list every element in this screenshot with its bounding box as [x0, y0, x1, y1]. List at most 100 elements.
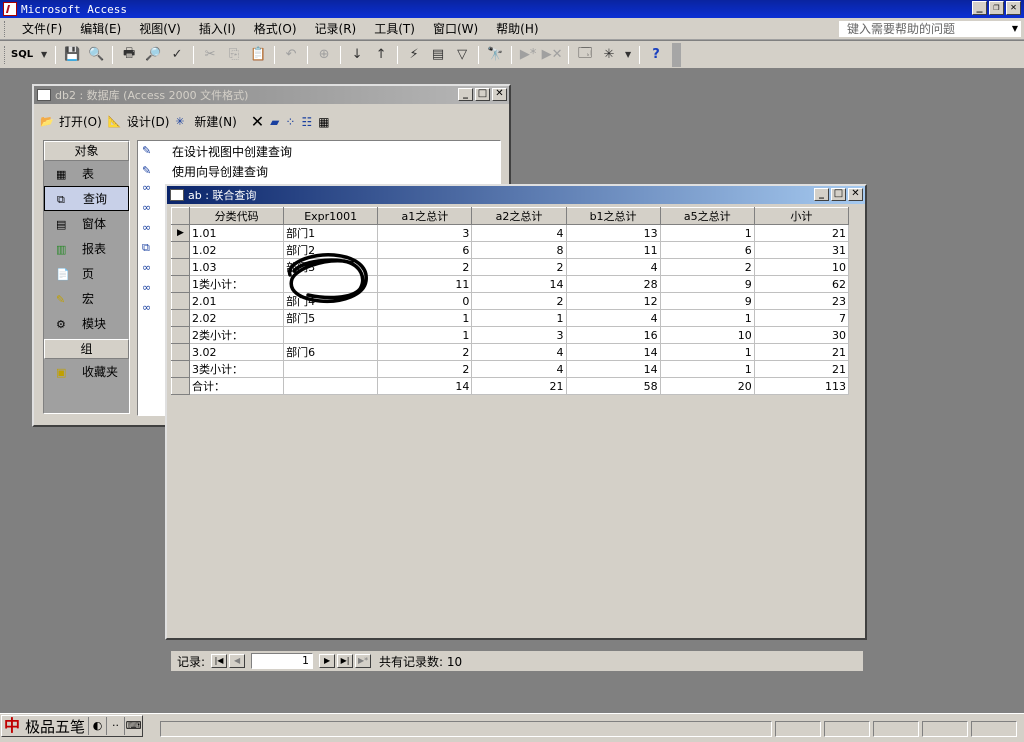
delete-record-icon[interactable]: ▶✕ — [542, 45, 563, 65]
fullwidth-toggle-icon[interactable]: ◐ — [88, 717, 106, 735]
table-cell[interactable]: 14 — [377, 377, 473, 395]
toolbar-options-icon[interactable] — [672, 42, 682, 67]
list-view-icon[interactable]: ☷ — [301, 115, 312, 129]
table-cell[interactable]: 9 — [659, 275, 755, 293]
table-cell[interactable] — [283, 275, 379, 293]
object-pages[interactable]: 📄 页 — [44, 261, 129, 286]
hyperlink-icon[interactable]: ⊕ — [314, 45, 334, 65]
table-cell[interactable]: 21 — [753, 343, 850, 361]
table-cell[interactable]: 1.03 — [189, 258, 285, 276]
sort-ascending-icon[interactable]: ↓ — [347, 45, 367, 65]
query-maximize-button[interactable]: □ — [831, 188, 846, 201]
menu-records[interactable]: 记录(R) — [306, 18, 366, 39]
table-cell[interactable]: 1 — [659, 360, 755, 378]
table-cell[interactable]: 1 — [659, 343, 755, 361]
table-cell[interactable]: 1.01 — [189, 224, 285, 242]
table-cell[interactable]: 21 — [753, 224, 850, 242]
record-selector[interactable] — [170, 275, 191, 293]
table-cell[interactable]: 2 — [377, 258, 473, 276]
record-selector[interactable] — [170, 343, 191, 361]
table-cell[interactable]: 2 — [659, 258, 755, 276]
view-sql-button[interactable]: SQL — [11, 49, 33, 60]
record-selector[interactable] — [170, 326, 191, 344]
table-cell[interactable]: 2类小计： — [189, 326, 285, 344]
record-selector[interactable] — [170, 309, 191, 327]
current-record-indicator-icon[interactable]: ▶ — [170, 224, 191, 242]
apply-filter-icon[interactable]: ▽ — [452, 45, 472, 65]
table-cell[interactable]: 3 — [471, 326, 567, 344]
menu-insert[interactable]: 插入(I) — [190, 18, 245, 39]
table-cell[interactable]: 2 — [471, 258, 567, 276]
menu-help[interactable]: 帮助(H) — [487, 18, 547, 39]
table-cell[interactable]: 0 — [377, 292, 473, 310]
filter-by-selection-icon[interactable]: ⚡ — [404, 45, 424, 65]
design-button[interactable]: 📐 设计(D) — [108, 113, 170, 130]
object-modules[interactable]: ⚙ 模块 — [44, 311, 129, 336]
list-item-create-design[interactable]: ✎ 在设计视图中创建查询 — [138, 141, 500, 161]
table-cell[interactable]: 1 — [659, 309, 755, 327]
small-icons-view-icon[interactable]: ⁘ — [285, 115, 295, 129]
menu-window[interactable]: 窗口(W) — [424, 18, 487, 39]
details-view-icon[interactable]: ▦ — [318, 115, 329, 129]
app-restore-button[interactable]: ❐ — [989, 1, 1004, 15]
table-cell[interactable]: 14 — [565, 343, 661, 361]
new-button[interactable]: ✳ 新建(N) — [175, 113, 236, 130]
object-macros[interactable]: ✎ 宏 — [44, 286, 129, 311]
table-cell[interactable]: 14 — [471, 275, 567, 293]
table-cell[interactable]: 11 — [377, 275, 473, 293]
table-cell[interactable]: 部门1 — [283, 224, 379, 242]
search-file-icon[interactable]: 🔍 — [86, 45, 106, 65]
table-cell[interactable]: 7 — [753, 309, 850, 327]
view-dropdown-icon[interactable]: ▼ — [39, 45, 49, 65]
db-minimize-button[interactable]: _ — [458, 88, 473, 101]
new-object-dropdown-icon[interactable]: ▼ — [623, 45, 633, 65]
app-close-button[interactable]: ✕ — [1006, 1, 1021, 15]
table-cell[interactable]: 31 — [753, 241, 850, 259]
chevron-down-icon[interactable]: ▼ — [1012, 21, 1018, 37]
soft-keyboard-icon[interactable]: ⌨ — [124, 717, 142, 735]
table-cell[interactable]: 3 — [377, 224, 473, 242]
table-cell[interactable]: 4 — [471, 360, 567, 378]
table-cell[interactable]: 1 — [471, 309, 567, 327]
print-preview-icon[interactable]: 🔎 — [143, 45, 163, 65]
print-icon[interactable]: 🖶 — [119, 45, 139, 65]
delete-button[interactable]: ✕ — [251, 112, 264, 131]
table-cell[interactable]: 合计： — [189, 377, 285, 395]
help-question-box[interactable]: 键入需要帮助的问题 ▼ — [838, 20, 1022, 38]
save-icon[interactable]: 💾 — [62, 45, 82, 65]
table-cell[interactable]: 4 — [565, 309, 661, 327]
menu-file[interactable]: 文件(F) — [13, 18, 71, 39]
punctuation-toggle-icon[interactable]: ·· — [106, 717, 124, 735]
table-cell[interactable]: 20 — [659, 377, 755, 395]
next-record-button[interactable]: ▶ — [319, 654, 336, 668]
table-cell[interactable] — [283, 360, 379, 378]
filter-by-form-icon[interactable]: ▤ — [428, 45, 448, 65]
find-icon[interactable]: 🔭 — [485, 45, 505, 65]
table-cell[interactable]: 部门3 — [283, 258, 379, 276]
database-window-icon[interactable]: 🗔 — [575, 45, 595, 65]
last-record-button[interactable]: ▶| — [337, 654, 354, 668]
table-cell[interactable]: 1 — [377, 326, 473, 344]
table-cell[interactable]: 21 — [471, 377, 567, 395]
table-cell[interactable]: 4 — [471, 343, 567, 361]
menu-tools[interactable]: 工具(T) — [365, 18, 424, 39]
table-cell[interactable]: 10 — [659, 326, 755, 344]
object-forms[interactable]: ▤ 窗体 — [44, 211, 129, 236]
record-selector[interactable] — [170, 360, 191, 378]
table-cell[interactable]: 部门2 — [283, 241, 379, 259]
table-cell[interactable]: 4 — [565, 258, 661, 276]
column-header[interactable]: a5之总计 — [659, 207, 755, 225]
record-selector[interactable] — [170, 292, 191, 310]
ime-name[interactable]: 极品五笔 — [22, 716, 88, 737]
groups-header[interactable]: 组 — [44, 339, 129, 359]
table-cell[interactable]: 16 — [565, 326, 661, 344]
table-cell[interactable]: 12 — [565, 292, 661, 310]
cut-icon[interactable]: ✂ — [200, 45, 220, 65]
table-cell[interactable]: 13 — [565, 224, 661, 242]
table-cell[interactable]: 6 — [659, 241, 755, 259]
table-cell[interactable]: 4 — [471, 224, 567, 242]
table-cell[interactable]: 58 — [565, 377, 661, 395]
database-window-titlebar[interactable]: db2 : 数据库 (Access 2000 文件格式) _ □ ✕ — [34, 86, 509, 104]
table-cell[interactable]: 部门6 — [283, 343, 379, 361]
query-close-button[interactable]: ✕ — [848, 188, 863, 201]
